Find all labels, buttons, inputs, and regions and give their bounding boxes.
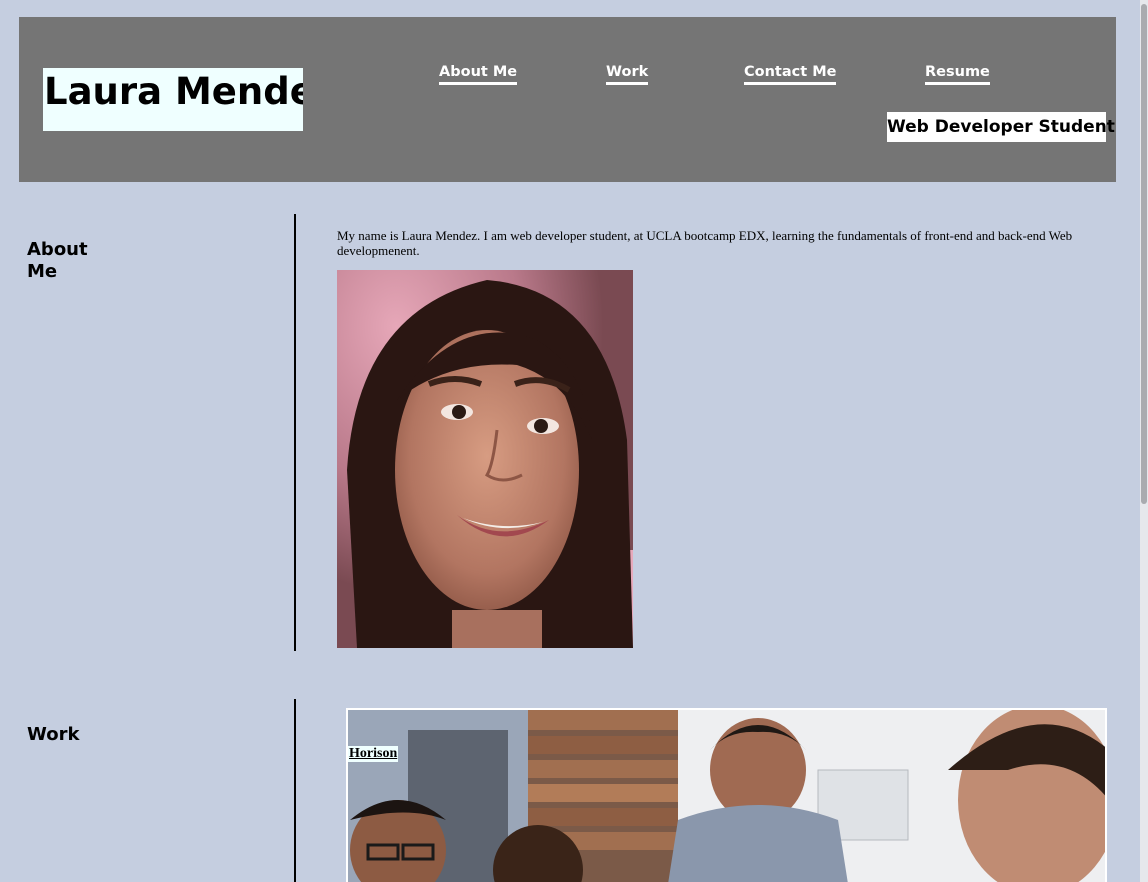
nav-link-resume[interactable]: Resume (925, 63, 990, 85)
scrollbar-thumb[interactable] (1141, 4, 1147, 504)
profile-photo-illustration (337, 270, 633, 648)
site-header: Laura Mendez About Me Work Contact Me Re… (19, 17, 1116, 182)
work-project-link[interactable]: Horison (348, 746, 399, 762)
nav-link-about-me[interactable]: About Me (439, 63, 518, 85)
nav-link-contact-me[interactable]: Contact Me (744, 63, 837, 85)
tagline: Web Developer Student (887, 112, 1115, 142)
profile-photo (337, 270, 633, 648)
work-project-card[interactable]: Horison (346, 708, 1107, 882)
about-text: My name is Laura Mendez. I am web develo… (337, 228, 1073, 258)
page-scrollbar[interactable] (1140, 0, 1148, 882)
work-project-image (348, 710, 1105, 882)
about-section-title: About Me (27, 239, 88, 282)
work-divider (294, 699, 296, 882)
nav-link-work[interactable]: Work (606, 63, 649, 85)
work-section-title: Work (27, 724, 80, 745)
site-name: Laura Mendez (43, 68, 303, 131)
about-divider (294, 214, 296, 651)
